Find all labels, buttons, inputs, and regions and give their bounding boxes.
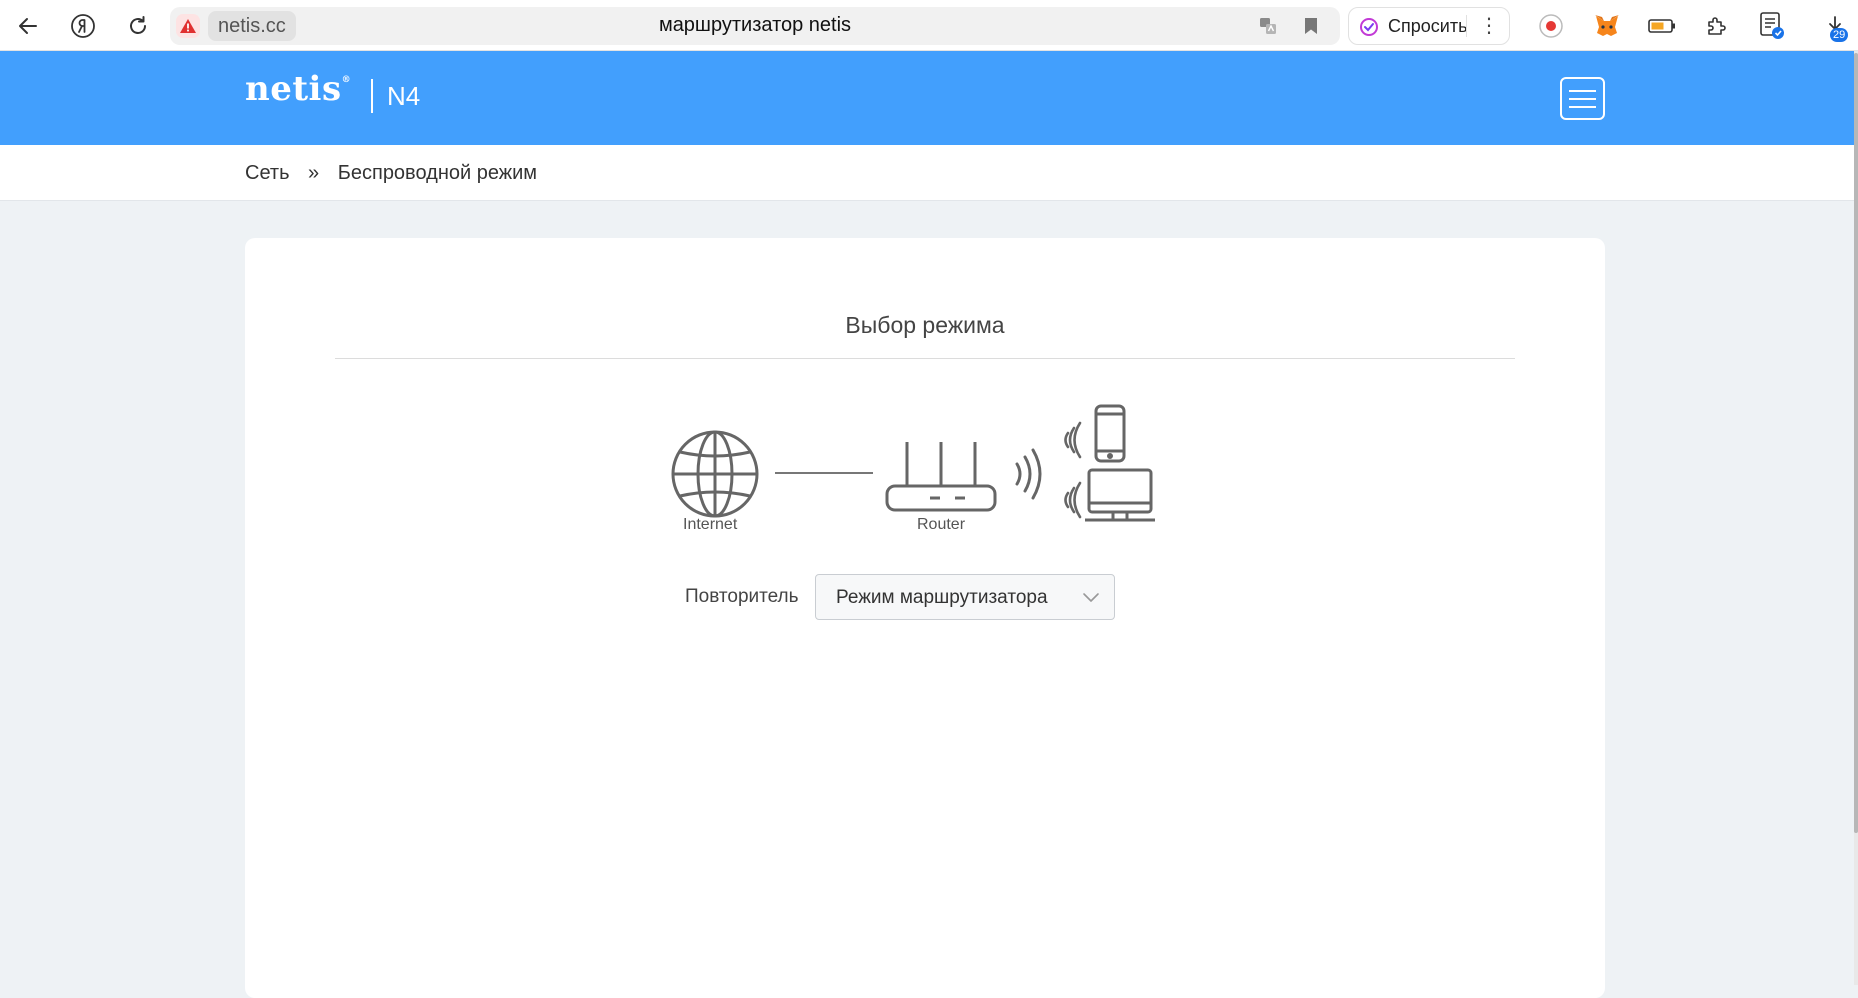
reload-icon	[130, 16, 146, 34]
globe-icon	[671, 430, 759, 518]
wifi-signal-icon	[1064, 481, 1082, 519]
network-diagram-svg	[671, 404, 1155, 522]
mode-row: Повторитель Режим маршрутизатора	[685, 574, 1165, 620]
alice-icon	[1360, 18, 1378, 36]
breadcrumb-item-wireless-mode: Беспроводной режим	[337, 162, 538, 184]
monitor-icon	[1085, 468, 1155, 522]
router-label: Router	[917, 516, 966, 533]
wifi-signal-icon	[1015, 448, 1042, 500]
netis-logo[interactable]: netis®	[245, 69, 351, 109]
back-button[interactable]	[12, 10, 44, 42]
wifi-signal-icon	[1064, 421, 1082, 459]
domain-chip[interactable]: netis.cc	[208, 11, 296, 41]
ask-label: Спросить	[1388, 16, 1468, 36]
mode-select-value: Режим маршрутизатора	[836, 587, 1048, 608]
yandex-button[interactable]	[67, 10, 99, 42]
breadcrumb-item-network[interactable]: Сеть	[245, 162, 289, 184]
browser-toolbar: netis.cc маршрутизатор netis Спросить ⋮ …	[0, 0, 1858, 51]
router-icon	[885, 442, 997, 512]
logo-divider	[371, 79, 373, 113]
menu-icon-line	[1569, 89, 1596, 92]
reload-button[interactable]	[122, 10, 154, 42]
more-options-icon[interactable]: ⋮	[1466, 15, 1499, 37]
menu-icon-line	[1569, 97, 1596, 100]
title-divider	[335, 358, 1515, 359]
ask-alice-button[interactable]: Спросить ⋮	[1348, 7, 1510, 45]
puzzle-extension-icon[interactable]	[1703, 12, 1731, 40]
model-name: N4	[387, 81, 421, 111]
bookmark-icon[interactable]	[1302, 16, 1320, 36]
breadcrumb-separator: »	[308, 162, 320, 184]
page-title: маршрутизатор netis	[658, 14, 852, 36]
hamburger-menu-button[interactable]	[1560, 77, 1605, 120]
downloads-count-badge: 29	[1830, 28, 1849, 42]
breadcrumb: Сеть » Беспроводной режим	[245, 162, 537, 185]
smartphone-icon	[1094, 404, 1126, 463]
downloads-button[interactable]: 29	[1818, 12, 1852, 42]
yandex-logo-icon	[71, 14, 95, 38]
mode-select[interactable]: Режим маршрутизатора	[815, 574, 1115, 620]
arrow-left-icon	[19, 18, 37, 34]
scrollbar-thumb[interactable]	[1854, 53, 1858, 833]
menu-icon-line	[1569, 105, 1596, 108]
card-title: Выбор режима	[845, 312, 1005, 338]
address-bar[interactable]: netis.cc маршрутизатор netis	[170, 7, 1340, 45]
translate-icon[interactable]	[1258, 16, 1278, 36]
security-warning-icon[interactable]	[176, 14, 200, 38]
battery-extension-icon[interactable]	[1648, 12, 1676, 40]
mode-selection-card: Выбор режима Internet Router Повторитель…	[245, 238, 1605, 998]
router-header: netis® N4	[0, 51, 1854, 145]
web-archive-extension-icon[interactable]	[1758, 12, 1786, 40]
internet-label: Internet	[683, 516, 738, 533]
network-diagram: Internet Router	[665, 388, 1205, 533]
metamask-extension-icon[interactable]	[1593, 12, 1621, 40]
address-bar-actions	[1258, 16, 1320, 36]
chevron-down-icon	[1083, 593, 1099, 602]
record-extension-icon[interactable]	[1537, 12, 1565, 40]
breadcrumb-bar: Сеть » Беспроводной режим	[0, 145, 1854, 201]
repeater-label: Повторитель	[685, 586, 799, 607]
